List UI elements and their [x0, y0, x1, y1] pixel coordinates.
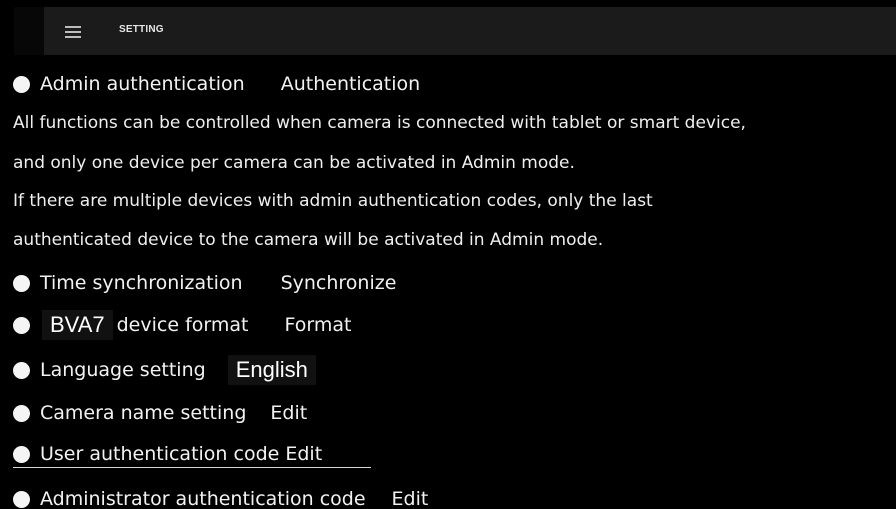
bullet-icon: [13, 316, 30, 334]
description-line-2: and only one device per camera can be ac…: [13, 153, 575, 173]
camera-name-edit-button[interactable]: Edit: [270, 402, 307, 424]
bullet-icon: [13, 404, 30, 422]
administrator-authentication-code-label: Administrator authentication code: [40, 488, 366, 509]
user-authentication-code-edit-link[interactable]: User authentication code Edit: [40, 443, 322, 465]
page-title: SETTING: [119, 24, 164, 35]
admin-authentication-label: Admin authentication: [40, 73, 245, 95]
description-line-3: If there are multiple devices with admin…: [13, 191, 653, 211]
device-model-name: BVA7: [42, 310, 113, 340]
device-format-label: device format: [116, 314, 249, 336]
time-synchronization-label: Time synchronization: [40, 272, 243, 294]
camera-name-setting-row: Camera name setting Edit: [13, 399, 307, 427]
top-app-bar: SETTING: [14, 7, 896, 55]
bullet-icon: [13, 274, 30, 292]
user-authentication-code-row[interactable]: User authentication code Edit: [13, 440, 322, 468]
language-selector[interactable]: English: [227, 355, 316, 385]
device-format-row: BVA7 device format Format: [13, 310, 351, 340]
link-underline: [13, 467, 371, 468]
description-line-4: authenticated device to the camera will …: [13, 230, 604, 250]
description-line-1: All functions can be controlled when cam…: [13, 113, 746, 133]
synchronize-button[interactable]: Synchronize: [281, 272, 397, 294]
administrator-code-edit-button[interactable]: Edit: [392, 488, 429, 509]
bullet-icon: [13, 445, 30, 463]
time-synchronization-row: Time synchronization Synchronize: [13, 269, 396, 297]
authentication-button[interactable]: Authentication: [281, 73, 420, 95]
hamburger-menu-icon[interactable]: [65, 26, 81, 38]
admin-authentication-row: Admin authentication Authentication: [13, 70, 420, 98]
administrator-authentication-code-row: Administrator authentication code Edit: [13, 485, 428, 509]
bullet-icon: [13, 490, 30, 508]
language-setting-label: Language setting: [40, 359, 206, 381]
bullet-icon: [13, 75, 30, 93]
language-setting-row: Language setting English: [13, 355, 316, 385]
bullet-icon: [13, 361, 30, 379]
format-button[interactable]: Format: [284, 314, 351, 336]
camera-name-setting-label: Camera name setting: [40, 402, 247, 424]
